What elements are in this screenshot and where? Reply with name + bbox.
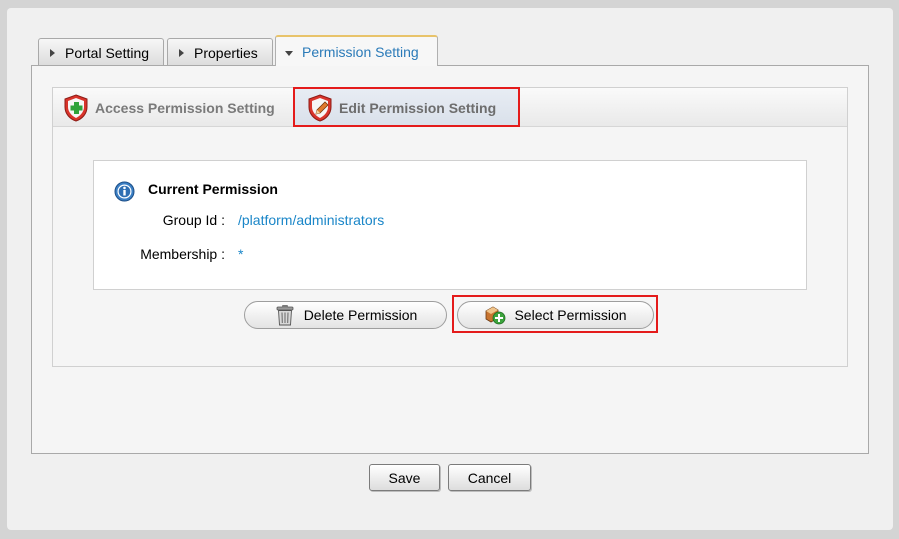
tab-label: Portal Setting <box>65 44 150 61</box>
subtab-label: Edit Permission Setting <box>339 99 497 116</box>
cancel-button[interactable]: Cancel <box>448 464 531 491</box>
shield-plus-icon <box>64 93 88 122</box>
group-id-value: /platform/administrators <box>238 212 385 228</box>
tab-label: Permission Setting <box>302 43 419 60</box>
tab-permission-setting[interactable]: Permission Setting <box>275 35 438 66</box>
membership-label: Membership : <box>140 246 225 262</box>
tab-portal-setting[interactable]: Portal Setting <box>38 38 164 66</box>
membership-value: * <box>238 246 244 262</box>
group-id-label: Group Id : <box>162 212 225 228</box>
select-permission-label: Select Permission <box>514 307 627 323</box>
select-permission-button[interactable]: Select Permission <box>457 301 654 329</box>
save-button[interactable]: Save <box>369 464 440 491</box>
subtab-edit-permission[interactable]: Edit Permission Setting <box>294 88 518 127</box>
delete-permission-label: Delete Permission <box>303 307 418 323</box>
info-icon <box>114 181 135 202</box>
current-permission-title: Current Permission <box>148 181 278 197</box>
sub-tab-bar: Access Permission Setting Edit Permissio… <box>53 88 847 127</box>
triangle-down-icon <box>282 48 296 56</box>
tab-label: Properties <box>194 44 258 61</box>
triangle-right-icon <box>174 48 188 57</box>
shield-edit-icon <box>308 93 332 122</box>
trash-icon <box>276 305 294 326</box>
tab-properties[interactable]: Properties <box>167 38 273 66</box>
subtab-access-permission[interactable]: Access Permission Setting <box>63 88 293 127</box>
add-permission-icon <box>486 306 506 325</box>
cancel-label: Cancel <box>467 469 512 486</box>
triangle-right-icon <box>45 48 59 57</box>
delete-permission-button[interactable]: Delete Permission <box>244 301 447 329</box>
subtab-label: Access Permission Setting <box>95 99 275 116</box>
save-label: Save <box>388 469 421 486</box>
